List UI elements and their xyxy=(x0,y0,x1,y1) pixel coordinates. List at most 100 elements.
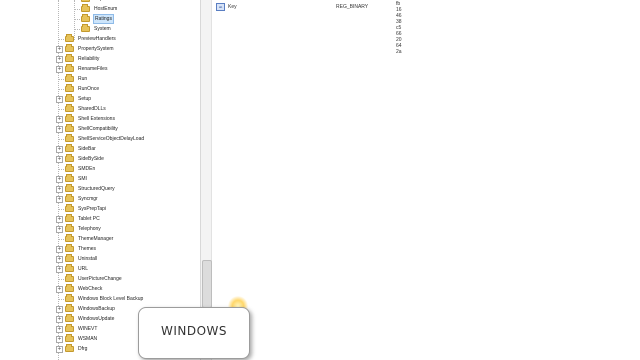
tree-node[interactable]: Windows Block Level Backup xyxy=(58,294,144,304)
callout-text: WINDOWS xyxy=(160,324,228,338)
scrollbar-thumb[interactable] xyxy=(202,260,212,308)
expand-toggle[interactable]: + xyxy=(56,225,63,233)
tree-node[interactable]: UserPictureChange xyxy=(58,274,123,284)
expand-toggle[interactable]: + xyxy=(56,305,63,313)
expand-toggle[interactable]: + xyxy=(56,335,63,343)
expand-toggle[interactable]: + xyxy=(56,95,63,103)
tree-node[interactable]: + WebCheck xyxy=(56,284,103,294)
tree-node-label: UserPictureChange xyxy=(78,276,122,282)
tree-node[interactable]: SysPrepTapi xyxy=(58,204,107,214)
tree-node[interactable]: System xyxy=(74,24,112,34)
expand-toggle[interactable]: + xyxy=(56,115,63,123)
folder-icon xyxy=(65,304,74,312)
expand-toggle[interactable]: + xyxy=(56,215,63,223)
tree-node[interactable]: + SMI xyxy=(56,174,88,184)
tree-node[interactable]: ThemeManager xyxy=(58,234,114,244)
tree-node[interactable]: + Reliability xyxy=(56,54,100,64)
folder-icon xyxy=(65,74,74,82)
tree-node[interactable]: + PropertySystem xyxy=(56,44,115,54)
folder-icon xyxy=(65,64,74,72)
folder-icon xyxy=(65,164,74,172)
tree-node-label: Ratings xyxy=(93,14,114,24)
tree-node[interactable]: PreviewHandlers xyxy=(58,34,117,44)
tree-node-label: WindowsUpdate xyxy=(78,316,115,322)
tree-node-label: SMDEn xyxy=(78,166,96,172)
folder-icon xyxy=(65,224,74,232)
tree-node[interactable]: + SideBySide xyxy=(56,154,105,164)
expand-toggle[interactable]: + xyxy=(56,245,63,253)
tree-node[interactable]: + WindowsUpdate xyxy=(56,314,115,324)
tree-node[interactable]: + Shell Extensions xyxy=(56,114,116,124)
tree-node-label: SMI xyxy=(78,176,87,182)
tree-node-label: WindowsBackup xyxy=(78,306,115,312)
tree-node-label: RunOnce xyxy=(78,86,100,92)
tree-node[interactable]: + StructuredQuery xyxy=(56,184,116,194)
tree-connector xyxy=(74,18,80,20)
expand-toggle[interactable]: + xyxy=(56,55,63,63)
tree-node[interactable]: + URL xyxy=(56,264,89,274)
tree-node[interactable]: + WSMAN xyxy=(56,334,98,344)
tree-node[interactable]: SharedDLLs xyxy=(58,104,107,114)
tree-node[interactable]: + Setup xyxy=(56,94,92,104)
expand-toggle[interactable]: + xyxy=(56,185,63,193)
folder-icon xyxy=(65,314,74,322)
tree-node[interactable]: + Tablet PC xyxy=(56,214,101,224)
tree-node[interactable]: + Syncmgr xyxy=(56,194,99,204)
tree-node-label: URL xyxy=(78,266,89,272)
tree-node-label: StructuredQuery xyxy=(78,186,115,192)
tree-node-label: ShellServiceObjectDelayLoad xyxy=(78,136,145,142)
tree-node[interactable]: Run xyxy=(58,74,88,84)
folder-icon xyxy=(65,134,74,142)
expand-toggle[interactable]: + xyxy=(56,125,63,133)
registry-values-pane[interactable]: abKey REG_BINARY 01 10 43 22 64 2a 50 fb 1… xyxy=(212,0,640,360)
tree-node[interactable]: + WINEVT xyxy=(56,324,98,334)
tree-node-label: Telephony xyxy=(78,226,101,232)
tree-connector xyxy=(58,278,64,280)
tree-node[interactable]: + RenameFiles xyxy=(56,64,108,74)
tree-node[interactable]: + ShellCompatibility xyxy=(56,124,119,134)
folder-icon xyxy=(65,154,74,162)
expand-toggle[interactable]: + xyxy=(56,265,63,273)
tree-node[interactable]: + WindowsBackup xyxy=(56,304,116,314)
folder-icon xyxy=(65,234,74,242)
folder-icon xyxy=(65,254,74,262)
expand-toggle[interactable]: + xyxy=(56,325,63,333)
tree-node[interactable]: ShellServiceObjectDelayLoad xyxy=(58,134,145,144)
expand-toggle[interactable]: + xyxy=(56,345,63,353)
expand-toggle[interactable]: + xyxy=(56,45,63,53)
tree-node[interactable]: Ratings xyxy=(74,14,114,24)
expand-toggle[interactable]: + xyxy=(56,255,63,263)
tree-node[interactable]: + Themes xyxy=(56,244,97,254)
expand-toggle[interactable]: + xyxy=(56,175,63,183)
tree-node[interactable]: SMDEn xyxy=(58,164,96,174)
value-name: Key xyxy=(228,3,237,10)
folder-icon xyxy=(65,144,74,152)
expand-toggle[interactable]: + xyxy=(56,315,63,323)
expand-toggle[interactable]: + xyxy=(56,195,63,203)
tree-node-label: Windows Block Level Backup xyxy=(78,296,144,302)
expand-toggle[interactable]: + xyxy=(56,145,63,153)
folder-icon xyxy=(65,114,74,122)
folder-icon xyxy=(65,34,74,42)
tree-node-label: HostEnum xyxy=(94,6,118,12)
tree-node[interactable]: + Dfrg xyxy=(56,344,88,354)
tree-node[interactable]: RunOnce xyxy=(58,84,100,94)
tree-connector xyxy=(58,138,64,140)
registry-value-row[interactable]: abKey REG_BINARY 01 10 43 22 64 2a 50 fb 1… xyxy=(216,0,402,55)
tree-node-label: RenameFiles xyxy=(78,66,108,72)
expand-toggle[interactable]: + xyxy=(56,285,63,293)
tree-node-label: SideBySide xyxy=(78,156,104,162)
tree-connector xyxy=(58,208,64,210)
tree-node[interactable]: + Uninstall xyxy=(56,254,98,264)
registry-tree-pane[interactable]: Explorer HostEnum Ratings System PreviewHand… xyxy=(0,0,200,360)
tree-node[interactable]: HostEnum xyxy=(74,4,118,14)
value-data: 01 10 43 22 64 2a 50 fb 16 46 38 c5 66 2… xyxy=(396,0,402,55)
folder-icon xyxy=(81,4,90,12)
expand-toggle[interactable]: + xyxy=(56,65,63,73)
tree-node[interactable]: + Telephony xyxy=(56,224,102,234)
expand-toggle[interactable]: + xyxy=(56,155,63,163)
folder-icon xyxy=(65,204,74,212)
tree-node[interactable]: + SideBar xyxy=(56,144,97,154)
tree-scrollbar[interactable] xyxy=(201,0,212,360)
folder-icon xyxy=(81,24,90,32)
